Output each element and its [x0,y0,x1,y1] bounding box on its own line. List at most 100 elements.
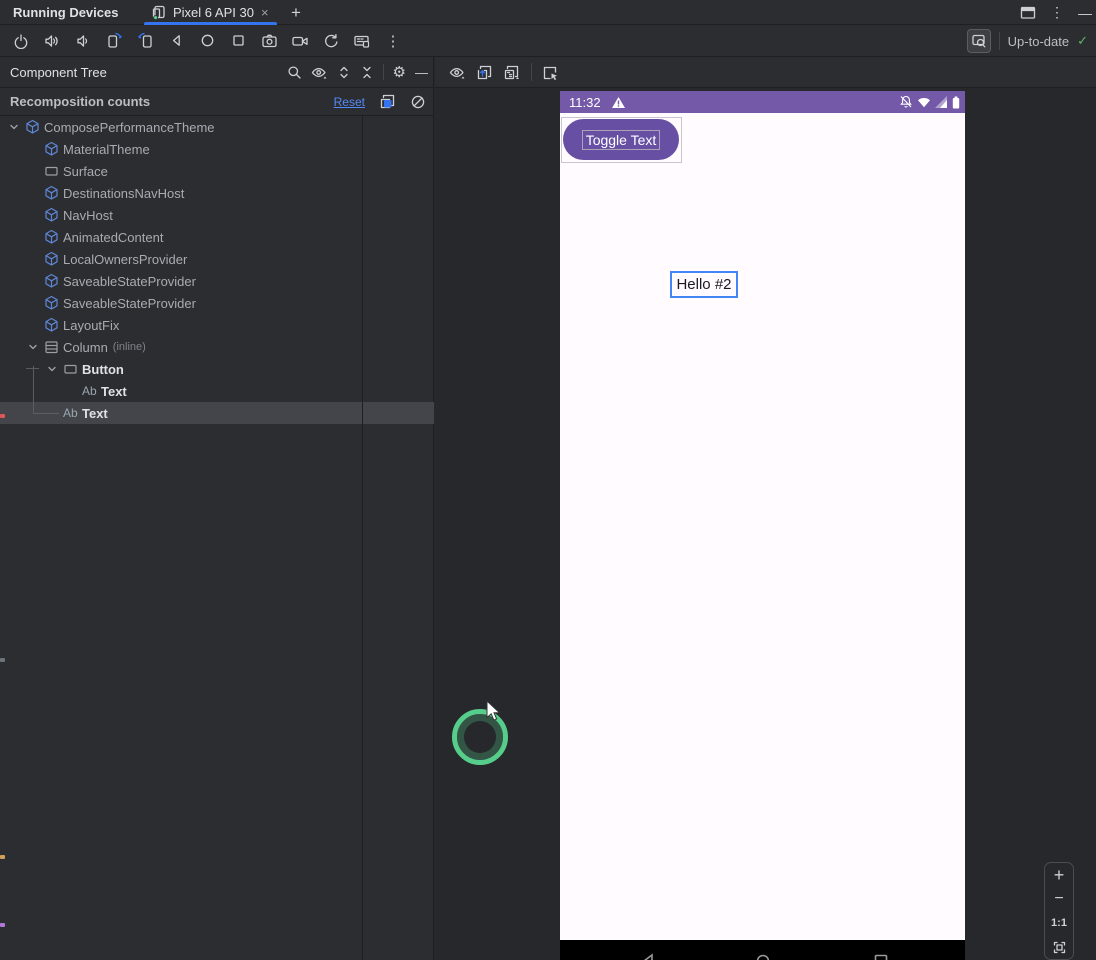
inspector-toolbar-divider [531,63,532,81]
reset-button[interactable] [320,30,342,52]
chevron-down-icon[interactable] [27,341,44,353]
composable-icon [44,185,62,201]
notifications-off-icon [899,95,913,109]
block-icon[interactable] [410,94,426,110]
emulator-screen[interactable]: 11:32 Toggle Text Hello #2 [560,91,965,960]
close-tab-icon[interactable]: × [261,6,269,19]
android-navigation-bar [560,940,965,960]
view-options-icon[interactable] [311,65,328,80]
composable-icon [44,229,62,245]
reset-counts-link[interactable]: Reset [334,95,365,109]
toolbar-divider [998,32,1000,50]
overview-button[interactable] [227,30,249,52]
up-to-date-status: Up-to-date [1007,33,1070,49]
zoom-out-button[interactable]: − [1045,887,1073,911]
rotate-left-button[interactable] [103,30,125,52]
layers-tree-icon[interactable] [503,64,521,81]
android-studio-running-devices: { "tabbar": { "section_title": "Running … [0,0,1096,960]
hello-text-label: Hello #2 [676,276,732,293]
column-icon [44,340,62,354]
android-status-bar: 11:32 [560,91,965,113]
tree-guide-line [33,366,34,414]
power-button[interactable] [10,30,32,52]
tree-node-text[interactable]: Ab Text [0,380,434,402]
tree-node-button[interactable]: Button [0,358,434,380]
tree-node-navhost[interactable]: NavHost [0,204,434,226]
component-tree-list: ComposePerformanceTheme MaterialTheme Surf… [0,116,434,424]
record-screen-button[interactable] [289,30,311,52]
recomposition-highlight-icon[interactable] [379,93,396,110]
status-bar-time: 11:32 [569,94,601,110]
snapshot-export-icon[interactable] [476,64,493,81]
tree-node-label: AnimatedContent [63,229,164,245]
composable-icon [44,141,62,157]
battery-icon [952,96,960,109]
tree-node-animatedcontent[interactable]: AnimatedContent [0,226,434,248]
inspector-toolbar [435,57,1096,88]
chevron-down-icon[interactable] [46,363,63,375]
tree-node-composeperformancetheme[interactable]: ComposePerformanceTheme [0,116,434,138]
search-icon[interactable] [287,65,302,80]
expand-all-icon[interactable] [337,65,351,80]
tree-node-surface[interactable]: Surface [0,160,434,182]
more-options-icon[interactable]: ⋮ [1050,4,1064,21]
zoom-controls: + − 1:1 [1044,862,1074,960]
composable-icon [44,317,62,333]
hide-panel-icon[interactable]: — [415,66,428,79]
collapse-all-icon[interactable] [360,65,374,80]
nav-home-icon[interactable] [755,953,771,960]
device-display-panel: 11:32 Toggle Text Hello #2 [435,57,1096,960]
count-column-divider [362,116,363,960]
toggle-text-label: Toggle Text [581,129,661,150]
toggle-text-button[interactable]: Toggle Text [563,119,679,160]
tree-node-suffix: (inline) [112,341,146,353]
home-button[interactable] [196,30,218,52]
screenshot-button[interactable] [258,30,280,52]
tree-node-layoutfix[interactable]: LayoutFix [0,314,434,336]
tree-node-label: Column [63,339,108,355]
tree-node-localownersprovider[interactable]: LocalOwnersProvider [0,248,434,270]
volume-down-button[interactable] [72,30,94,52]
component-tree-header: Component Tree ⚙ — [0,57,434,88]
text-composable-icon: Ab [82,384,97,398]
tree-node-destinationsnavhost[interactable]: DestinationsNavHost [0,182,434,204]
tree-node-column[interactable]: Column (inline) [0,336,434,358]
tree-node-label: SaveableStateProvider [63,295,196,311]
chevron-down-icon[interactable] [8,121,25,133]
tree-node-materialtheme[interactable]: MaterialTheme [0,138,434,160]
app-content-area[interactable]: Toggle Text Hello #2 [560,113,965,940]
tree-node-saveablestateprovider[interactable]: SaveableStateProvider [0,292,434,314]
nav-back-icon[interactable] [640,953,656,960]
toolbar-more-button[interactable]: ⋮ [382,30,404,52]
tree-node-label: DestinationsNavHost [63,185,185,201]
layout-inspector-toggle-button[interactable] [966,29,991,53]
tree-node-saveablestateprovider[interactable]: SaveableStateProvider [0,270,434,292]
running-devices-title: Running Devices [13,5,119,20]
composable-icon [44,295,62,311]
tree-node-label: ComposePerformanceTheme [44,119,215,135]
nav-overview-icon[interactable] [873,953,889,960]
selected-text-component[interactable]: Hello #2 [670,271,738,298]
zoom-actual-size-button[interactable]: 1:1 [1045,911,1073,935]
minimize-icon[interactable]: — [1078,5,1092,21]
view-options-icon[interactable] [449,65,466,80]
tree-node-label: LayoutFix [63,317,120,333]
select-component-icon[interactable] [542,64,559,81]
tree-node-label: NavHost [63,207,113,223]
component-tree-title: Component Tree [10,64,107,80]
mouse-cursor [483,700,505,724]
tree-node-text[interactable]: Ab Text [0,402,434,424]
device-settings-shortcuts-button[interactable] [351,30,373,52]
layout-icon[interactable] [1020,5,1036,21]
zoom-in-button[interactable]: + [1045,863,1073,887]
back-button[interactable] [165,30,187,52]
volume-up-button[interactable] [41,30,63,52]
zoom-fit-icon[interactable] [1045,935,1073,959]
gear-icon[interactable]: ⚙ [393,65,406,80]
tree-node-label: Text [82,405,108,421]
tree-node-label: Text [101,383,127,399]
device-tab-label: Pixel 6 API 30 [173,5,254,20]
tab-pixel-6-api-30[interactable]: Pixel 6 API 30 × [142,0,279,25]
rotate-right-button[interactable] [134,30,156,52]
add-device-button[interactable]: + [285,2,307,24]
